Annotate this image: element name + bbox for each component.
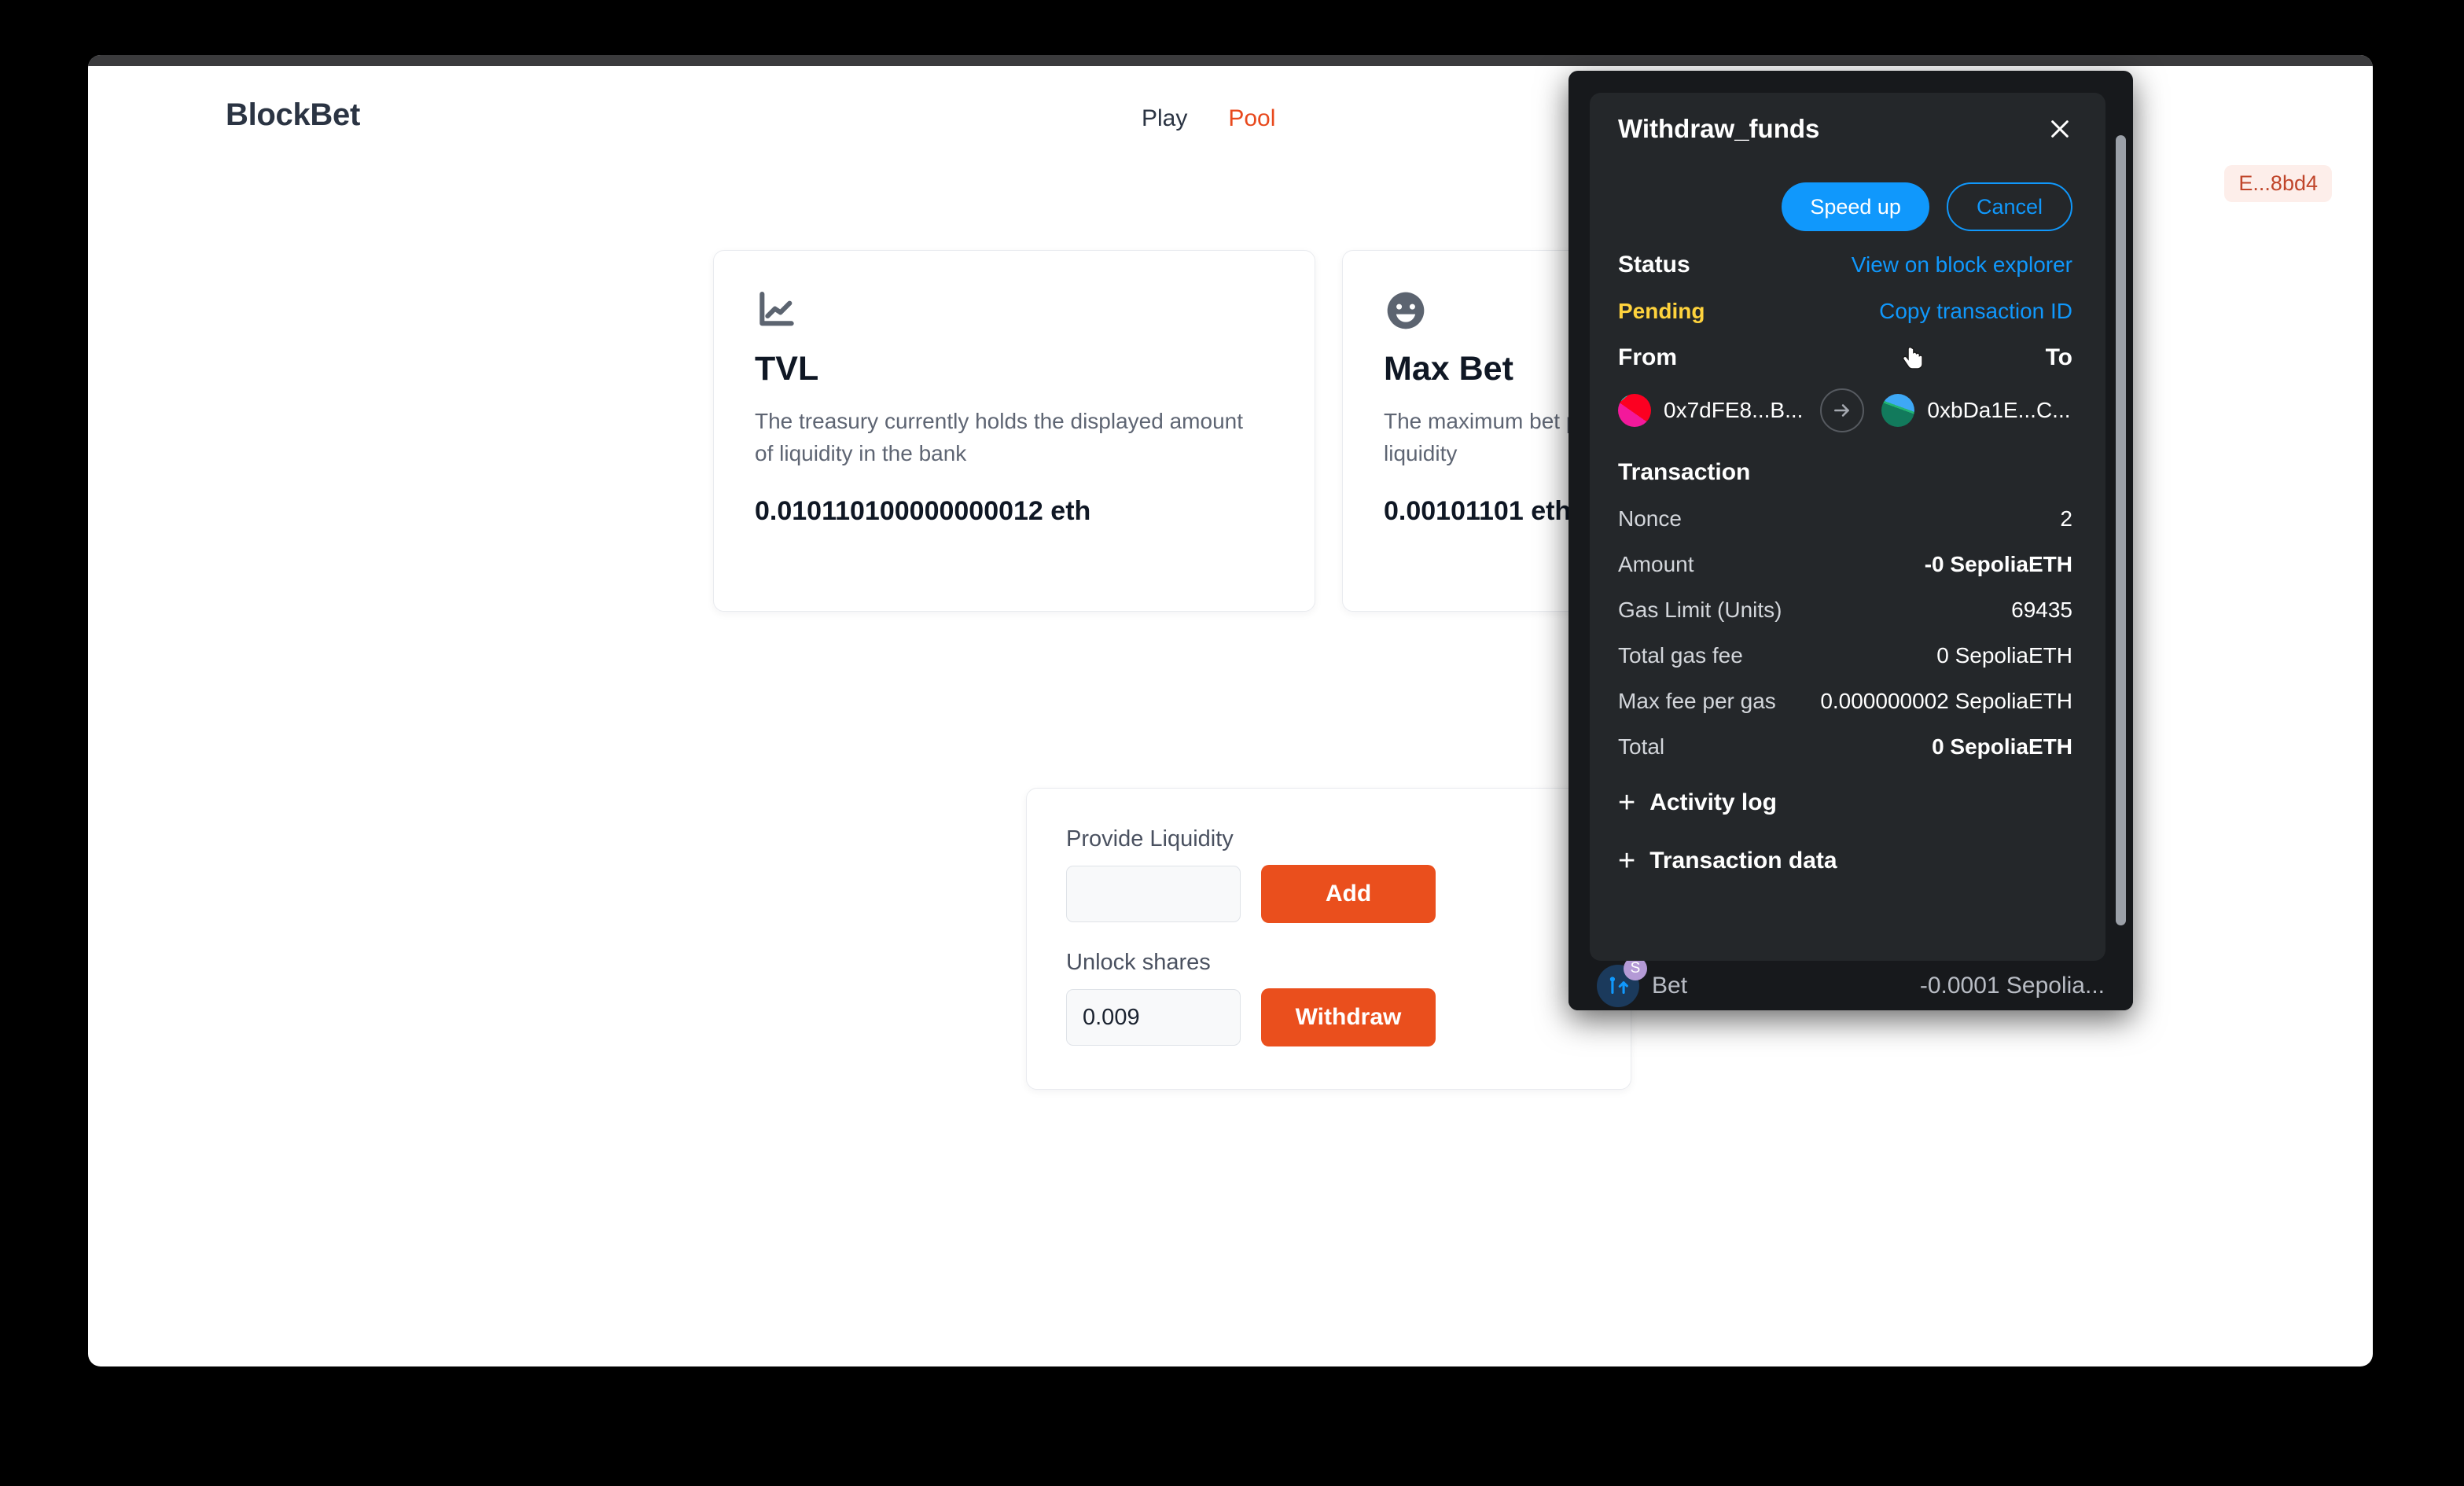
from-label: From [1618, 344, 1677, 370]
row-key: Amount [1618, 552, 1694, 576]
tvl-card-description: The treasury currently holds the display… [755, 409, 1243, 465]
nav-link-play[interactable]: Play [1142, 105, 1187, 132]
from-avatar [1618, 394, 1651, 427]
cancel-button[interactable]: Cancel [1946, 182, 2072, 231]
transaction-row-gas-limit: Gas Limit (Units) 69435 [1618, 598, 2072, 623]
unlock-shares-row: Withdraw [1066, 988, 1591, 1046]
swap-arrows-icon: S [1597, 957, 1647, 1007]
modal-header: Withdraw_funds [1590, 93, 2105, 165]
activity-log-label: Activity log [1649, 789, 1777, 815]
transaction-row-max-fee-per-gas: Max fee per gas 0.000000002 SepoliaETH [1618, 689, 2072, 714]
tvl-card-value: 0.010110100000000012 eth [755, 496, 1091, 527]
main-nav: Play Pool [1142, 105, 1275, 132]
copy-transaction-id-link[interactable]: Copy transaction ID [1879, 299, 2072, 324]
row-value: 0 SepoliaETH [1936, 643, 2072, 668]
status-badge: Pending [1618, 299, 1705, 323]
add-liquidity-button[interactable]: Add [1261, 865, 1436, 923]
metamask-popup: S Bet -0.0001 Sepolia... Withdraw_funds … [1569, 71, 2133, 1010]
row-value: 2 [2060, 506, 2072, 531]
background-activity-amount: -0.0001 Sepolia... [1919, 973, 2105, 999]
line-chart-icon [755, 289, 799, 333]
transaction-section-title: Transaction [1618, 459, 1751, 485]
row-value: 0.000000002 SepoliaETH [1820, 689, 2072, 713]
plus-icon: + [1618, 786, 1636, 819]
transaction-row-amount: Amount -0 SepoliaETH [1618, 552, 2072, 577]
to-avatar [1881, 394, 1915, 427]
tvl-card-title: TVL [755, 350, 819, 388]
nav-link-pool[interactable]: Pool [1228, 105, 1275, 132]
transaction-row-nonce: Nonce 2 [1618, 506, 2072, 532]
row-key: Max fee per gas [1618, 689, 1776, 713]
provide-liquidity-label: Provide Liquidity [1066, 826, 1234, 852]
modal-scrollbar[interactable] [2116, 135, 2126, 925]
transaction-row-total: Total 0 SepoliaETH [1618, 734, 2072, 760]
transaction-details-modal: Withdraw_funds Speed up Cancel Status Vi… [1590, 93, 2105, 961]
transaction-data-expander[interactable]: + Transaction data [1618, 846, 2072, 876]
liquidity-panel: Provide Liquidity Add Unlock shares With… [1026, 788, 1631, 1090]
view-on-block-explorer-link[interactable]: View on block explorer [1852, 252, 2072, 278]
background-activity-name: Bet [1652, 973, 1688, 999]
from-address: 0x7dFE8...B... [1664, 398, 1804, 422]
to-address: 0xbDa1E...C... [1927, 398, 2071, 422]
to-address-group[interactable]: 0xbDa1E...C... [1881, 394, 2071, 427]
unlock-shares-label: Unlock shares [1066, 950, 1211, 975]
wallet-address-badge[interactable]: E...8bd4 [2224, 165, 2332, 202]
transaction-row-total-gas-fee: Total gas fee 0 SepoliaETH [1618, 643, 2072, 668]
provide-liquidity-row: Add [1066, 865, 1591, 923]
brand-logo[interactable]: BlockBet [226, 97, 360, 133]
row-key: Gas Limit (Units) [1618, 598, 1782, 622]
tvl-card: TVL The treasury currently holds the dis… [713, 250, 1315, 612]
background-activity-row[interactable]: S Bet -0.0001 Sepolia... [1569, 957, 2133, 1010]
row-key: Total [1618, 734, 1665, 759]
to-label: To [2045, 344, 2072, 370]
transfer-addresses-row: 0x7dFE8...B... 0xbDa1E...C... [1618, 388, 2072, 432]
status-label: Status [1618, 252, 1690, 278]
activity-log-expander[interactable]: + Activity log [1618, 788, 2072, 818]
row-key: Nonce [1618, 506, 1682, 531]
from-to-header-row: From To [1618, 344, 2072, 371]
row-value: -0 SepoliaETH [1924, 552, 2072, 576]
status-header-row: Status View on block explorer [1618, 252, 2072, 278]
plus-icon: + [1618, 844, 1636, 877]
provide-liquidity-input[interactable] [1066, 866, 1241, 922]
mouse-cursor-pointer [1901, 344, 1928, 379]
from-address-group[interactable]: 0x7dFE8...B... [1618, 394, 1803, 427]
browser-chrome-strip [88, 55, 2373, 66]
modal-body: Status View on block explorer Pending Co… [1590, 252, 2105, 876]
row-key: Total gas fee [1618, 643, 1743, 668]
withdraw-button[interactable]: Withdraw [1261, 988, 1436, 1046]
transaction-data-label: Transaction data [1649, 848, 1837, 874]
speed-up-button[interactable]: Speed up [1782, 182, 1929, 231]
modal-action-buttons: Speed up Cancel [1590, 165, 2105, 231]
modal-title: Withdraw_funds [1618, 114, 1820, 143]
row-value: 0 SepoliaETH [1932, 734, 2072, 759]
status-value-row: Pending Copy transaction ID [1618, 299, 2072, 324]
unlock-shares-input[interactable] [1066, 989, 1241, 1046]
close-icon[interactable] [2043, 112, 2077, 146]
smiley-face-icon [1384, 289, 1428, 333]
screenshot-root: BlockBet Play Pool E...8bd4 TVL The trea… [0, 0, 2464, 1486]
row-value: 69435 [2011, 598, 2072, 622]
arrow-right-icon [1820, 388, 1865, 432]
